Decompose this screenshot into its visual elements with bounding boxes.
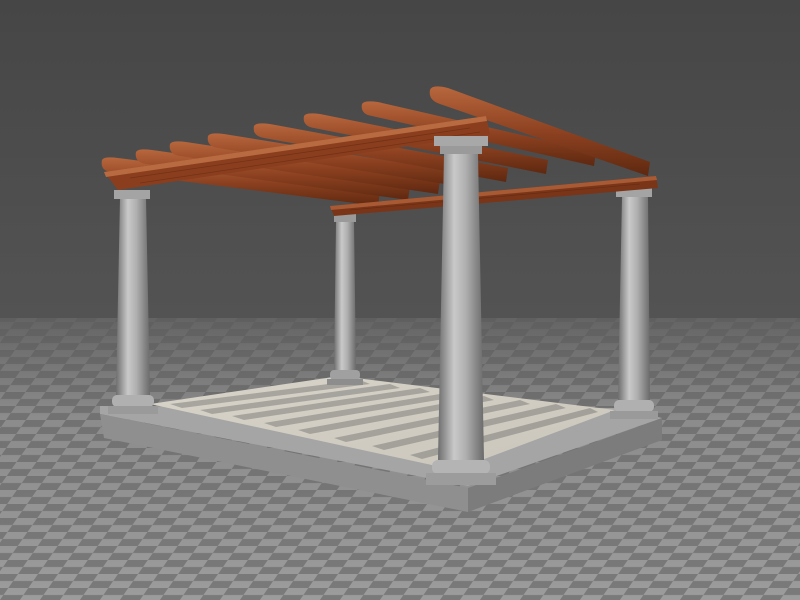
render-scene: [0, 0, 800, 600]
